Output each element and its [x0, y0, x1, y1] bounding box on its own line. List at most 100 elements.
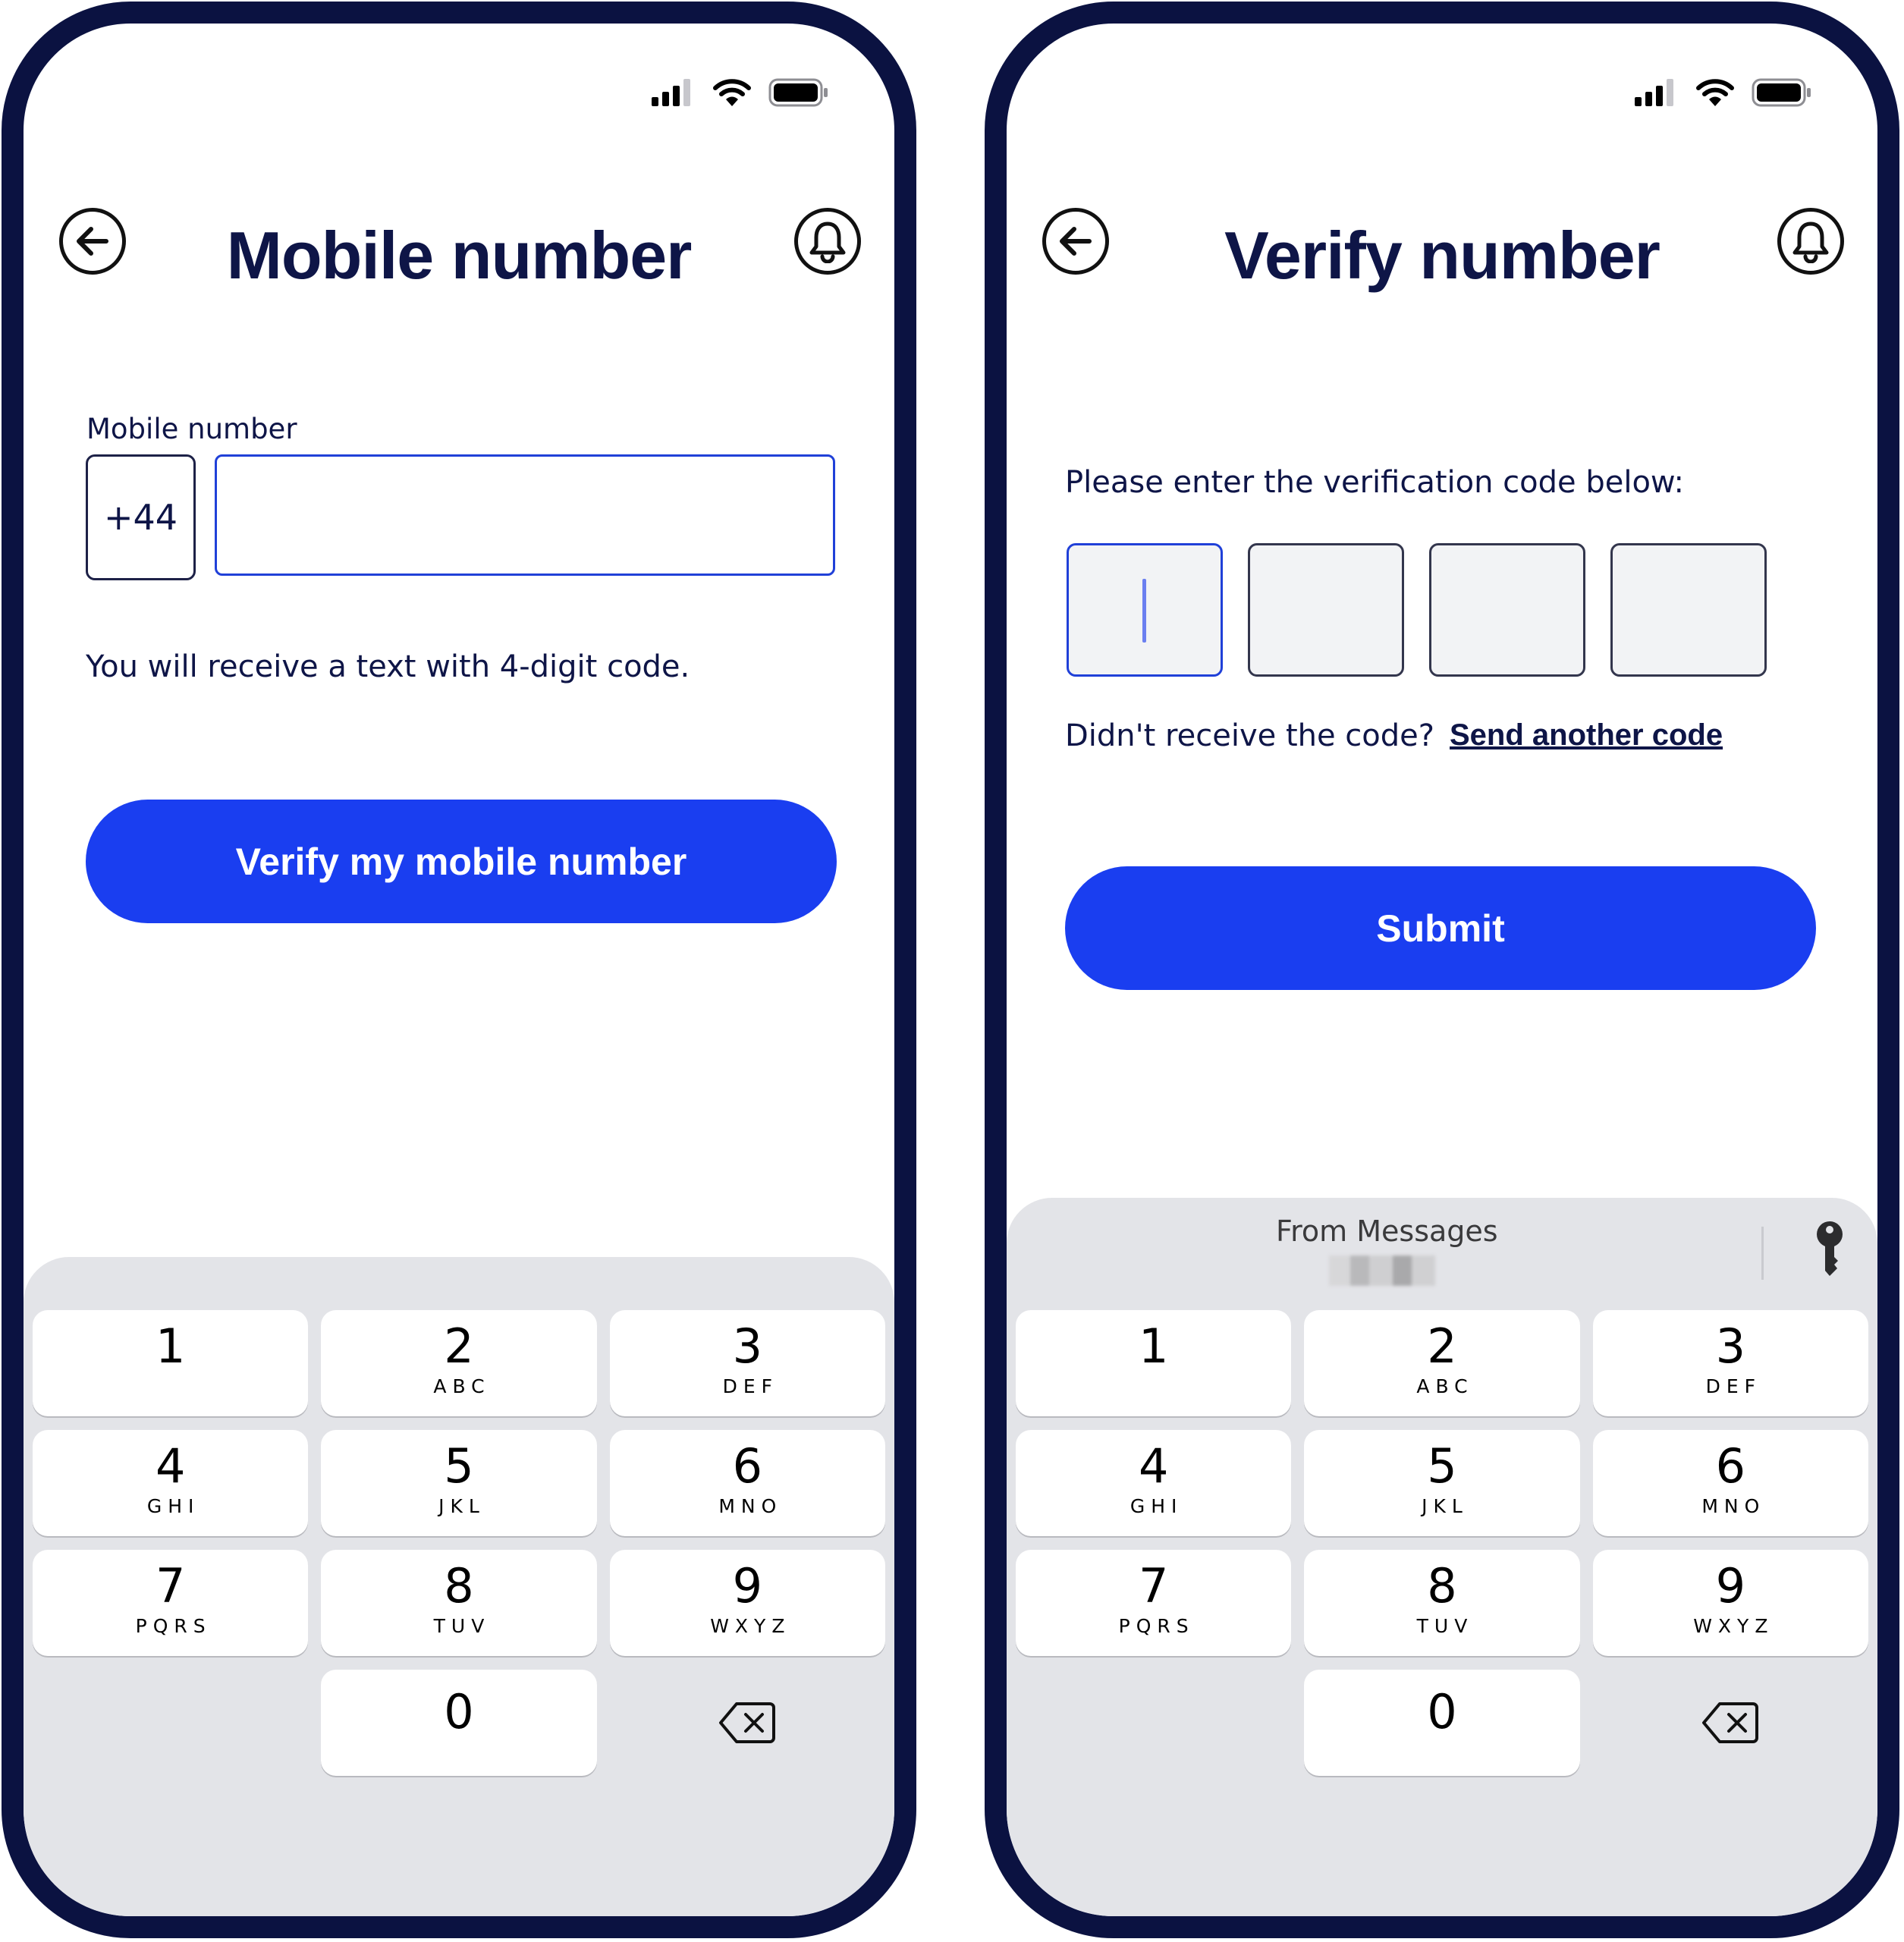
verification-instruction: Please enter the verification code below… [1065, 465, 1684, 500]
code-digit-2[interactable] [1248, 543, 1404, 677]
passwords-button[interactable] [1812, 1221, 1847, 1280]
battery-icon [1752, 78, 1811, 107]
wifi-icon [713, 79, 751, 106]
page-title: Mobile number [226, 218, 693, 293]
key-2[interactable]: 2 ABC [1304, 1310, 1580, 1416]
mobile-number-screen: Mobile number Mobile number +44 You will… [24, 24, 894, 1916]
phone-frame-mobile-number: Mobile number Mobile number +44 You will… [2, 2, 916, 1938]
arrow-left-icon [1060, 227, 1092, 256]
key-digit: 8 [444, 1558, 474, 1614]
code-digit-1[interactable] [1067, 543, 1223, 677]
key-letters: GHI [1130, 1495, 1183, 1518]
key-8[interactable]: 8 TUV [1304, 1550, 1580, 1656]
code-digit-4[interactable] [1610, 543, 1767, 677]
phone-frame-verify-number: Verify number Please enter the verificat… [985, 2, 1899, 1938]
key-digit: 7 [1138, 1558, 1169, 1614]
key-6[interactable]: 6 MNO [1592, 1430, 1868, 1536]
key-digit: 0 [1427, 1684, 1457, 1739]
key-digit: 1 [1138, 1318, 1169, 1374]
numeric-keyboard: 1 2 ABC 3 DEF 4 GHI 5 JKL 6 MNO 7 PQRS 8 TUV 9W… [24, 1257, 894, 1916]
backspace-icon [719, 1702, 776, 1743]
key-letters: DEF [722, 1375, 779, 1398]
code-digit-3[interactable] [1429, 543, 1585, 677]
key-letters: DEF [1705, 1375, 1762, 1398]
key-5[interactable]: 5 JKL [321, 1430, 597, 1536]
key-letters: PQRS [135, 1615, 212, 1638]
key-letters: JKL [1422, 1495, 1469, 1518]
resend-row: Didn't receive the code? Send another co… [1065, 718, 1723, 753]
mobile-number-input[interactable] [215, 454, 835, 576]
key-digit: 5 [444, 1438, 474, 1494]
key-0[interactable]: 0 [321, 1670, 597, 1776]
key-digit: 8 [1427, 1558, 1457, 1614]
key-digit: 5 [1427, 1438, 1457, 1494]
key-digit: 4 [155, 1438, 186, 1494]
autofill-suggestion-bar: From Messages [1007, 1198, 1877, 1312]
status-bar [652, 74, 829, 112]
key-digit: 6 [1715, 1438, 1746, 1494]
keypad-grid: 1 2 ABC 3 DEF 4 GHI 5 JKL 6 MNO 7 PQRS 8 TUV 9W… [33, 1310, 885, 1776]
key-4[interactable]: 4 GHI [1016, 1430, 1292, 1536]
key-6[interactable]: 6 MNO [609, 1430, 885, 1536]
key-digit: 2 [1427, 1318, 1457, 1374]
key-3[interactable]: 3 DEF [1592, 1310, 1868, 1416]
key-9[interactable]: 9 WXYZ [609, 1550, 885, 1656]
key-3[interactable]: 3 DEF [609, 1310, 885, 1416]
helper-text: You will receive a text with 4-digit cod… [86, 649, 690, 684]
key-0[interactable]: 0 [1304, 1670, 1580, 1776]
key-letters: PQRS [1118, 1615, 1195, 1638]
key-2[interactable]: 2 ABC [321, 1310, 597, 1416]
key-letters: MNO [1701, 1495, 1766, 1518]
key-digit: 9 [1715, 1558, 1746, 1614]
key-letters: ABC [433, 1375, 491, 1398]
key-letters: JKL [438, 1495, 485, 1518]
cellular-signal-icon [652, 79, 690, 106]
delete-key[interactable] [610, 1670, 885, 1776]
status-bar [1635, 74, 1812, 112]
key-letters: TUV [1416, 1615, 1474, 1638]
resend-prompt: Didn't receive the code? [1065, 718, 1434, 753]
key-4[interactable]: 4 GHI [33, 1430, 309, 1536]
suggestion-divider [1761, 1227, 1764, 1280]
submit-button[interactable]: Submit [1065, 866, 1816, 990]
key-digit: 4 [1138, 1438, 1169, 1494]
delete-key[interactable] [1593, 1670, 1868, 1776]
key-1[interactable]: 1 [1016, 1310, 1292, 1416]
wifi-icon [1696, 79, 1734, 106]
notifications-button[interactable] [1777, 208, 1844, 275]
key-letters: WXYZ [1693, 1615, 1774, 1638]
back-button[interactable] [1042, 208, 1109, 275]
country-code-value: +44 [103, 497, 178, 538]
key-1[interactable]: 1 [33, 1310, 309, 1416]
bell-icon [809, 222, 846, 263]
key-letters: WXYZ [710, 1615, 791, 1638]
key-7[interactable]: 7 PQRS [1016, 1550, 1292, 1656]
battery-icon [768, 78, 828, 107]
key-7[interactable]: 7 PQRS [33, 1550, 309, 1656]
key-digit: 3 [732, 1318, 763, 1374]
keypad-grid: 1 2 ABC 3 DEF 4 GHI 5 JKL 6 MNO 7 PQRS 8 TUV 9W… [1016, 1310, 1868, 1776]
bell-icon [1792, 222, 1829, 263]
redacted-code [1329, 1255, 1435, 1286]
mobile-number-label: Mobile number [86, 413, 297, 445]
key-5[interactable]: 5 JKL [1304, 1430, 1580, 1536]
key-blank [33, 1670, 308, 1776]
key-letters: ABC [1416, 1375, 1474, 1398]
verify-number-screen: Verify number Please enter the verificat… [1007, 24, 1877, 1916]
notifications-button[interactable] [794, 208, 861, 275]
verify-mobile-number-button[interactable]: Verify my mobile number [86, 800, 837, 923]
key-icon [1817, 1221, 1843, 1276]
text-caret [1142, 579, 1146, 643]
key-blank [1016, 1670, 1291, 1776]
key-8[interactable]: 8 TUV [321, 1550, 597, 1656]
country-code-selector[interactable]: +44 [86, 454, 196, 580]
send-another-code-link[interactable]: Send another code [1450, 718, 1723, 753]
key-letters: MNO [718, 1495, 783, 1518]
backspace-icon [1702, 1702, 1759, 1743]
key-letters: GHI [146, 1495, 200, 1518]
key-letters: TUV [433, 1615, 491, 1638]
key-9[interactable]: 9 WXYZ [1592, 1550, 1868, 1656]
key-digit: 1 [155, 1318, 186, 1374]
key-digit: 7 [155, 1558, 186, 1614]
back-button[interactable] [59, 208, 126, 275]
